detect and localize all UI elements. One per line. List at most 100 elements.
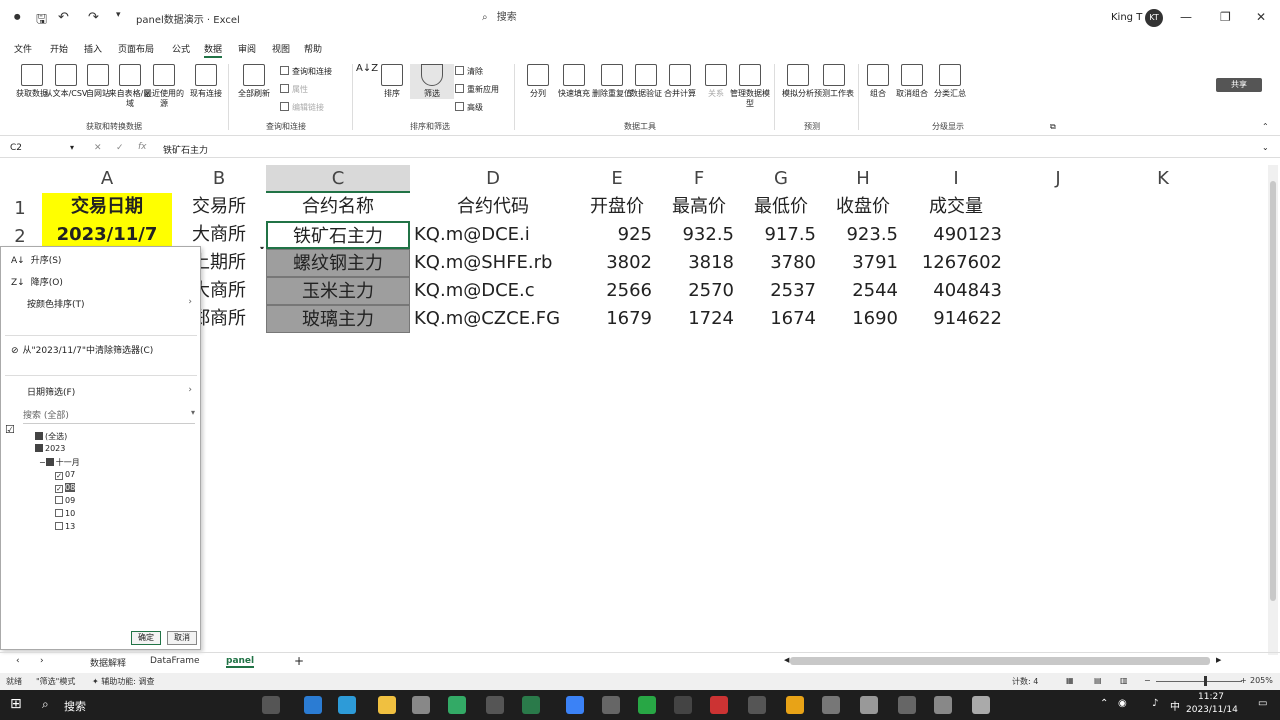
add-sheet-icon[interactable]: + [294,654,304,668]
app-icon[interactable] [786,696,804,714]
filter-search-input[interactable]: 搜索 (全部) ▾ [23,408,195,424]
tree-month[interactable]: − 十一月 [39,457,80,468]
clock-date[interactable]: 2023/11/14 [1186,705,1238,715]
normal-view-icon[interactable]: ▦ [1066,676,1074,685]
checkbox-day[interactable] [55,522,63,530]
cell-e4[interactable]: 2566 [576,277,658,305]
undo-icon[interactable]: ↶ [58,10,69,25]
cell-f4[interactable]: 2570 [658,277,740,305]
cell-i4[interactable]: 404843 [904,277,1008,305]
tab-data[interactable]: 数据 [204,42,223,58]
taskbar-search[interactable]: 搜索 [64,698,86,714]
zoom-slider-thumb[interactable] [1204,676,1207,686]
cell-g2[interactable]: 917.5 [740,221,822,249]
horizontal-scroll-thumb[interactable] [790,657,1210,665]
name-box-dropdown-icon[interactable]: ▾ [70,143,74,152]
file-explorer-icon[interactable] [378,696,396,714]
autosave-icon[interactable]: ⏺ [14,10,21,25]
dialog-launcher-icon[interactable]: ⧉ [1050,122,1056,132]
cell-b2[interactable]: 大商所 ▾ [172,221,266,249]
app-icon[interactable] [412,696,430,714]
formula-input[interactable]: 铁矿石主力 [163,143,208,156]
cancel-icon[interactable]: ✕ [94,143,102,153]
zoom-level[interactable]: 205% [1250,676,1273,685]
cell-d5[interactable]: KQ.m@CZCE.FG [414,305,576,333]
page-layout-icon[interactable]: ▤ [1094,676,1102,685]
col-header-e[interactable]: E [576,165,658,193]
tree-day-10[interactable]: 10 [55,509,75,518]
queries-connections-button[interactable]: 查询和连接 [280,66,332,77]
search-dropdown-icon[interactable]: ▾ [191,408,195,417]
wechat-icon[interactable] [638,696,656,714]
search-icon[interactable]: ⌕ [42,697,49,712]
close-icon[interactable]: ✕ [1256,10,1266,24]
checkbox-month[interactable] [45,458,54,466]
checkbox-select-all[interactable] [35,432,43,440]
cell-f3[interactable]: 3818 [658,249,740,277]
col-header-d[interactable]: D [410,165,576,193]
date-filters-item[interactable]: 日期筛选(F) [27,385,75,398]
excel-icon[interactable] [522,696,540,714]
cell-e2[interactable]: 925 [576,221,658,249]
col-header-f[interactable]: F [658,165,740,193]
manage-data-model-button[interactable]: 管理数据模型 [728,64,772,109]
col-header-g[interactable]: G [740,165,822,193]
cell-e1[interactable]: 开盘价 [576,193,658,221]
sheet-tab-panel[interactable]: panel [226,656,255,668]
app-icon[interactable] [674,696,692,714]
zoom-slider[interactable] [1156,681,1242,682]
cell-b1[interactable]: 交易所 [172,193,266,221]
cell-f2[interactable]: 932.5 [658,221,740,249]
redo-icon[interactable]: ↷ [88,10,99,25]
cell-d3[interactable]: KQ.m@SHFE.rb [414,249,576,277]
cell-g3[interactable]: 3780 [740,249,822,277]
sheet-tab-dataframe[interactable]: DataFrame [150,656,200,666]
cell-d1[interactable]: 合约代码 [410,193,576,221]
clock-time[interactable]: 11:27 [1198,692,1224,702]
sort-descending-item[interactable]: Z↓ 降序(O) [11,275,63,288]
name-box[interactable]: C2 [10,143,22,153]
col-header-a[interactable]: A [42,165,172,193]
zoom-in-icon[interactable]: + [1240,676,1247,685]
existing-connections-button[interactable]: 现有连接 [184,64,228,99]
minimize-icon[interactable]: — [1180,10,1192,24]
tree-day-09[interactable]: 09 [55,496,75,505]
tray-chevron-icon[interactable]: ⌃ [1100,698,1108,709]
network-icon[interactable]: ◉ [1118,698,1127,709]
tree-year[interactable]: 2023 [35,444,65,453]
cell-i3[interactable]: 1267602 [904,249,1008,277]
cell-i2[interactable]: 490123 [904,221,1008,249]
properties-button[interactable]: 属性 [280,84,308,95]
app-icon[interactable] [822,696,840,714]
subtotal-button[interactable]: 分类汇总 [928,64,972,99]
tab-page-layout[interactable]: 页面布局 [118,42,154,55]
cell-d2[interactable]: KQ.m@DCE.i [414,221,576,249]
sheet-tab-data-explain[interactable]: 数据解释 [90,656,126,669]
sort-ascending-item[interactable]: A↓ 升序(S) [11,253,61,266]
tree-day-07[interactable]: 07 [55,470,75,480]
cell-h2[interactable]: 923.5 [822,221,904,249]
app-icon[interactable] [566,696,584,714]
tab-formulas[interactable]: 公式 [172,42,190,55]
cell-h4[interactable]: 2544 [822,277,904,305]
cancel-button[interactable]: 取消 [167,631,197,645]
app-icon[interactable] [710,696,728,714]
notification-icon[interactable]: ▭ [1258,698,1267,709]
cell-g5[interactable]: 1674 [740,305,822,333]
edit-links-button[interactable]: 编辑链接 [280,102,324,113]
cell-e3[interactable]: 3802 [576,249,658,277]
app-icon[interactable] [860,696,878,714]
tab-review[interactable]: 审阅 [238,42,256,55]
avatar[interactable]: KT [1145,9,1163,27]
tree-day-13[interactable]: 13 [55,522,75,531]
sort-button[interactable]: 排序 [370,64,414,99]
advanced-button[interactable]: 高级 [455,102,483,113]
next-sheet-icon[interactable]: › [40,656,44,666]
task-view-icon[interactable] [262,696,280,714]
filter-dropdown-icon[interactable]: ▾ [260,235,264,249]
tree-day-08[interactable]: 08 [55,483,76,493]
app-icon[interactable] [898,696,916,714]
status-accessibility[interactable]: ✦ 辅助功能: 调查 [92,676,155,687]
cell-a1[interactable]: 交易日期 [42,193,172,221]
cell-c1[interactable]: 合约名称 [266,193,410,221]
